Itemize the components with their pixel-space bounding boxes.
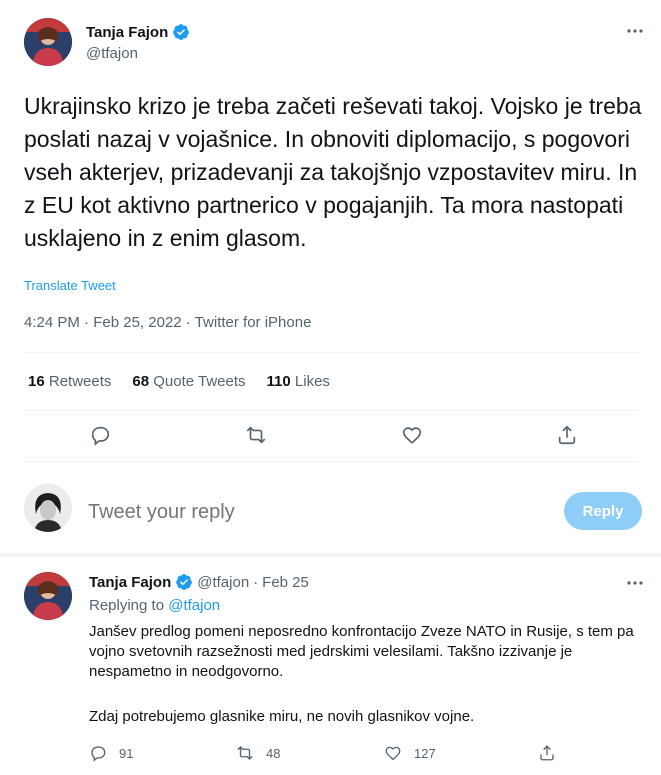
retweet-icon [237, 746, 253, 760]
author-avatar[interactable] [24, 18, 72, 66]
tweet-meta: 4:24 PM · Feb 25, 2022 · Twitter for iPh… [24, 314, 311, 331]
share-action[interactable] [538, 742, 568, 764]
reply-more-options-icon[interactable] [625, 573, 645, 593]
divider [24, 461, 638, 462]
like-action[interactable]: 127 [384, 742, 436, 764]
tweet-date[interactable]: Feb 25, 2022 [93, 314, 181, 331]
retweets-label: Retweets [48, 373, 112, 390]
author-handle[interactable]: @tfajon [86, 45, 138, 62]
likes-stat[interactable]: 110 Likes [267, 373, 330, 390]
tweet-stats: 16 Retweets 68 Quote Tweets 110 Likes [28, 373, 330, 390]
author-name-row: Tanja Fajon [86, 22, 190, 42]
reply-icon[interactable] [89, 424, 111, 446]
reply-author-name[interactable]: Tanja Fajon [89, 574, 171, 591]
verified-badge-icon [176, 574, 193, 590]
reply-button[interactable]: Reply [564, 492, 642, 530]
meta-separator: · [84, 314, 90, 331]
divider [0, 553, 661, 557]
replying-to-label: Replying to [89, 597, 165, 614]
quotes-count: 68 [132, 373, 150, 390]
retweet-action[interactable]: 48 [236, 742, 280, 764]
likes-count: 110 [266, 373, 291, 390]
like-icon [385, 746, 401, 761]
retweets-count: 16 [28, 373, 45, 390]
user-avatar[interactable] [24, 484, 72, 532]
meta-separator: · [253, 573, 259, 591]
reply-author-avatar[interactable] [24, 572, 72, 620]
reply-icon [91, 746, 106, 762]
tweet-text: Ukrajinsko krizo je treba začeti reševat… [24, 93, 642, 251]
share-icon[interactable] [556, 424, 578, 446]
tweet-source[interactable]: Twitter for iPhone [195, 314, 312, 331]
quote-tweets-stat[interactable]: 68 Quote Tweets [132, 373, 245, 390]
retweets-stat[interactable]: 16 Retweets [28, 373, 111, 390]
reply-header: Tanja Fajon @tfajon · Feb 25 [89, 572, 309, 592]
reply-action[interactable]: 91 [89, 742, 133, 764]
translate-tweet-link[interactable]: Translate Tweet [24, 278, 116, 293]
share-icon [540, 745, 554, 761]
reply-count: 91 [119, 745, 134, 761]
quotes-label: Quote Tweets [153, 373, 246, 390]
reply-text-paragraph: Zdaj potrebujemo glasnike miru, ne novih… [89, 708, 475, 725]
retweet-count: 48 [266, 745, 281, 761]
meta-separator: · [185, 314, 191, 331]
reply-date[interactable]: Feb 25 [262, 574, 309, 591]
replying-to: Replying to @tfajon [89, 597, 220, 614]
author-name[interactable]: Tanja Fajon [86, 24, 168, 41]
likes-label: Likes [294, 373, 330, 390]
like-icon[interactable] [401, 424, 423, 446]
divider [24, 352, 638, 353]
divider [24, 410, 638, 411]
verified-badge-icon [173, 24, 190, 40]
tweet-time[interactable]: 4:24 PM [24, 314, 80, 331]
retweet-icon[interactable] [245, 424, 267, 446]
reply-text-paragraph: Janšev predlog pomeni neposredno konfron… [89, 623, 634, 680]
reply-author-handle[interactable]: @tfajon [197, 574, 249, 591]
reply-input[interactable] [86, 494, 530, 530]
more-options-icon[interactable] [625, 21, 645, 41]
like-count: 127 [414, 745, 436, 761]
replying-to-handle[interactable]: @tfajon [168, 597, 220, 614]
